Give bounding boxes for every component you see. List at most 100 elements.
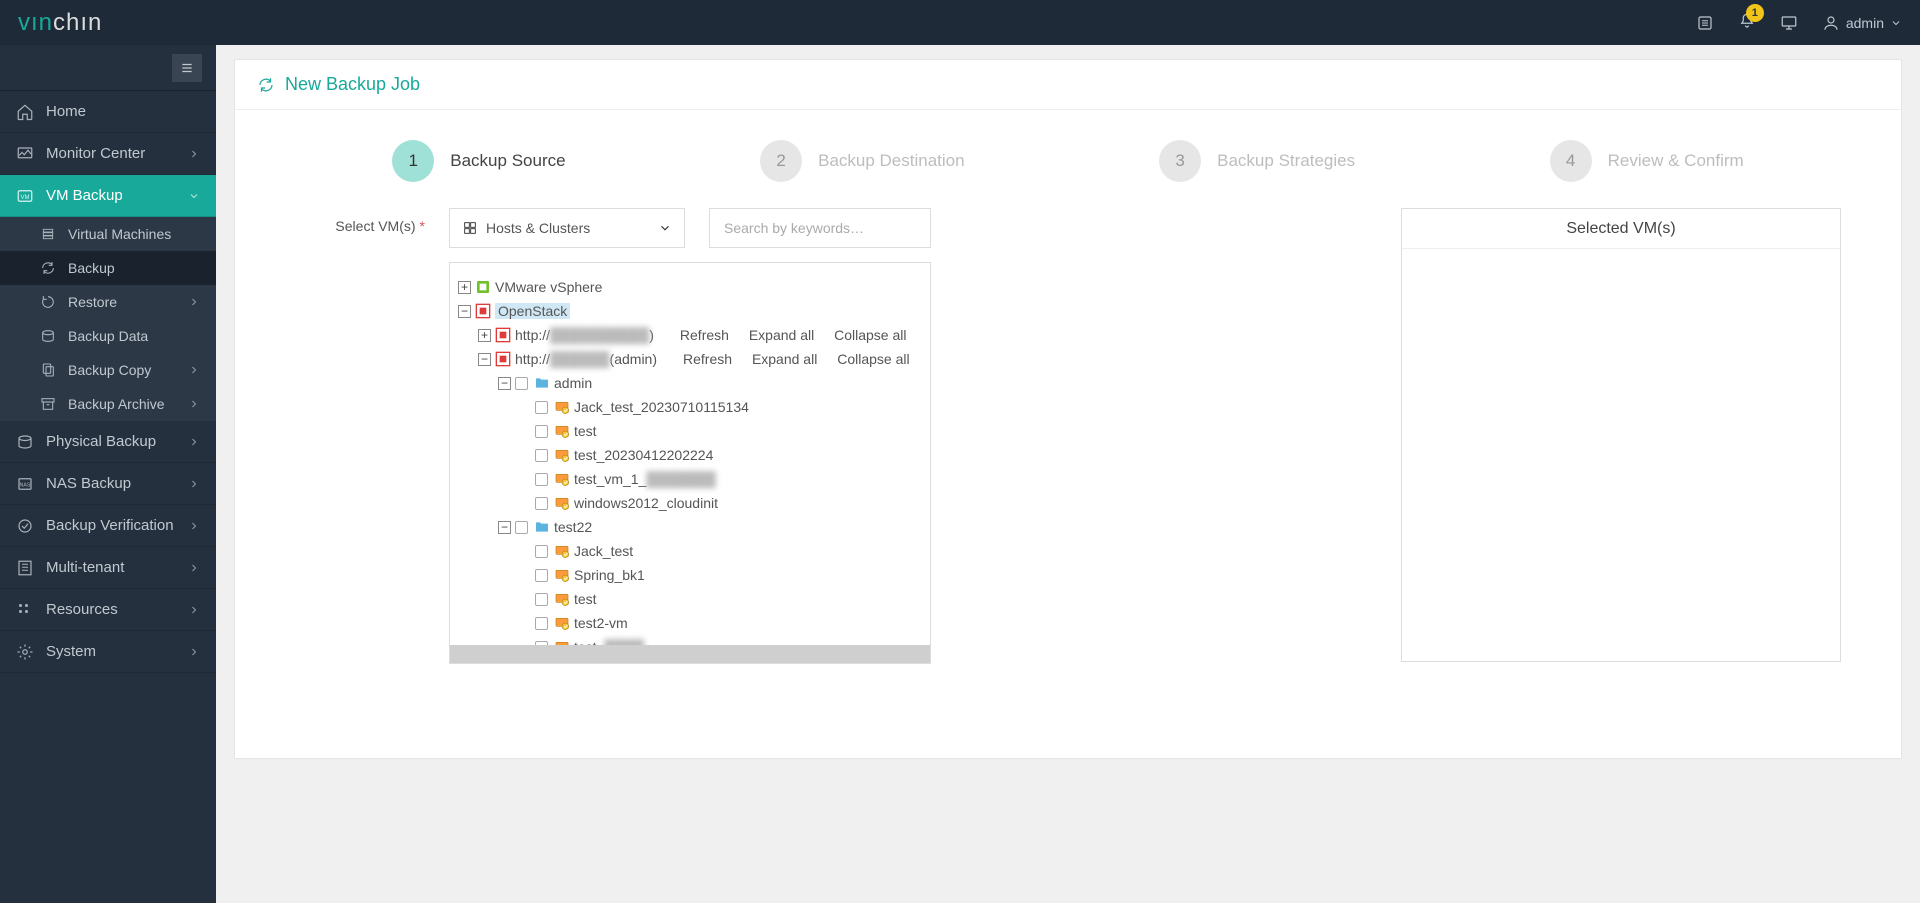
- vm-icon: [554, 495, 570, 511]
- sidebar-item-nas-backup[interactable]: NAS Backup: [0, 463, 216, 505]
- vm-icon: [554, 567, 570, 583]
- tree-node[interactable]: test: [458, 419, 922, 443]
- tree-node[interactable]: −test22: [458, 515, 922, 539]
- wizard-step-2[interactable]: 2Backup Destination: [760, 140, 964, 182]
- tree-expand-all[interactable]: Expand all: [749, 327, 814, 343]
- select-vms-label: Select VM(s)*: [295, 208, 425, 664]
- list-icon[interactable]: [1696, 14, 1714, 32]
- tree-toggle[interactable]: −: [478, 353, 491, 366]
- tree-node[interactable]: Jack_test_20230710115134: [458, 395, 922, 419]
- disk-icon: [16, 433, 34, 451]
- tree-checkbox[interactable]: [535, 473, 548, 486]
- sidebar-item-backup-verification[interactable]: Backup Verification: [0, 505, 216, 547]
- sidebar-subitem-restore[interactable]: Restore: [0, 285, 216, 319]
- wizard-step-4[interactable]: 4Review & Confirm: [1550, 140, 1744, 182]
- tree-node[interactable]: windows2012_cloudinit: [458, 491, 922, 515]
- monitor-icon: [16, 145, 34, 163]
- sidebar-toggle[interactable]: [172, 54, 202, 82]
- tree-toggle[interactable]: +: [478, 329, 491, 342]
- tree-checkbox[interactable]: [535, 545, 548, 558]
- topbar: vınchın 1 admin: [0, 0, 1920, 45]
- tree-node[interactable]: +http://██████████) Refresh Expand all C…: [458, 323, 922, 347]
- sidebar-subitem-virtual-machines[interactable]: Virtual Machines: [0, 217, 216, 251]
- tree-toggle[interactable]: +: [458, 281, 471, 294]
- tree-node[interactable]: +VMware vSphere: [458, 275, 922, 299]
- tree-node[interactable]: test: [458, 587, 922, 611]
- user-menu[interactable]: admin: [1822, 14, 1902, 32]
- tree-checkbox[interactable]: [535, 425, 548, 438]
- chevron-right-icon: [188, 604, 200, 616]
- sidebar-item-physical-backup[interactable]: Physical Backup: [0, 421, 216, 463]
- sidebar-subitem-backup-archive[interactable]: Backup Archive: [0, 387, 216, 421]
- vmware-icon: [475, 279, 491, 295]
- sidebar-item-system[interactable]: System: [0, 631, 216, 673]
- wizard-steps: 1Backup Source 2Backup Destination 3Backup…: [235, 110, 1901, 208]
- wizard-step-3[interactable]: 3Backup Strategies: [1159, 140, 1355, 182]
- tree-node-label: test: [574, 423, 597, 439]
- tree-node[interactable]: −admin: [458, 371, 922, 395]
- panel-title: New Backup Job: [235, 60, 1901, 110]
- tree-node-label: test_20230412202224: [574, 447, 713, 463]
- vm-icon: [554, 471, 570, 487]
- tree-checkbox[interactable]: [535, 593, 548, 606]
- notifications-button[interactable]: 1: [1738, 12, 1756, 33]
- chevron-right-icon: [188, 520, 200, 532]
- vm-tree: +VMware vSphere−OpenStack+http://███████…: [449, 262, 931, 664]
- sidebar-subitem-backup[interactable]: Backup: [0, 251, 216, 285]
- openstack-icon: [475, 303, 491, 319]
- selected-vms-title: Selected VM(s): [1402, 209, 1840, 249]
- view-selector[interactable]: Hosts & Clusters: [449, 208, 685, 248]
- tree-checkbox[interactable]: [535, 401, 548, 414]
- tree-node-label: test_vm_1_███████: [574, 471, 716, 487]
- archive-icon: [40, 396, 56, 412]
- chevron-down-icon: [658, 221, 672, 235]
- chevron-right-icon: [188, 436, 200, 448]
- vm-icon: [554, 591, 570, 607]
- search-input[interactable]: [709, 208, 931, 248]
- tree-node[interactable]: test_20230412202224: [458, 443, 922, 467]
- wizard-panel: New Backup Job 1Backup Source 2Backup Des…: [234, 59, 1902, 759]
- tree-checkbox[interactable]: [515, 521, 528, 534]
- tree-checkbox[interactable]: [535, 617, 548, 630]
- sidebar-subitem-backup-data[interactable]: Backup Data: [0, 319, 216, 353]
- tree-checkbox[interactable]: [535, 497, 548, 510]
- tree-checkbox[interactable]: [515, 377, 528, 390]
- sidebar-item-monitor-center[interactable]: Monitor Center: [0, 133, 216, 175]
- tree-node-label: http://██████(admin): [515, 351, 657, 367]
- sidebar-item-resources[interactable]: Resources: [0, 589, 216, 631]
- sidebar-item-vm-backup[interactable]: VM Backup: [0, 175, 216, 217]
- tree-node[interactable]: Spring_bk1: [458, 563, 922, 587]
- tree-refresh[interactable]: Refresh: [680, 327, 729, 343]
- copy-icon: [40, 362, 56, 378]
- chevron-right-icon: [188, 398, 200, 410]
- tree-node[interactable]: test_vm_1_███████: [458, 467, 922, 491]
- tree-toggle[interactable]: −: [458, 305, 471, 318]
- disk-icon: [40, 328, 56, 344]
- sidebar-item-home[interactable]: Home: [0, 91, 216, 133]
- screen-icon[interactable]: [1780, 14, 1798, 32]
- tree-node[interactable]: −OpenStack: [458, 299, 922, 323]
- tree-expand-all[interactable]: Expand all: [752, 351, 817, 367]
- sidebar-subitem-backup-copy[interactable]: Backup Copy: [0, 353, 216, 387]
- tree-node-label: Jack_test: [574, 543, 633, 559]
- tree-checkbox[interactable]: [535, 569, 548, 582]
- tree-collapse-all[interactable]: Collapse all: [837, 351, 909, 367]
- scrollbar-track[interactable]: [450, 645, 930, 663]
- sidebar-item-multi-tenant[interactable]: Multi-tenant: [0, 547, 216, 589]
- chevron-right-icon: [188, 364, 200, 376]
- vm-icon: [16, 187, 34, 205]
- tree-toggle[interactable]: −: [498, 521, 511, 534]
- restore-icon: [40, 294, 56, 310]
- tree-checkbox[interactable]: [535, 449, 548, 462]
- tree-node[interactable]: − http://██████(admin) Refresh Expand all…: [458, 347, 922, 371]
- main-content: New Backup Job 1Backup Source 2Backup Des…: [216, 45, 1920, 903]
- tree-refresh[interactable]: Refresh: [683, 351, 732, 367]
- folder-icon: [534, 375, 550, 391]
- tree-toggle[interactable]: −: [498, 377, 511, 390]
- wizard-step-1[interactable]: 1Backup Source: [392, 140, 565, 182]
- tree-node-label: test: [574, 591, 597, 607]
- tree-node[interactable]: Jack_test: [458, 539, 922, 563]
- tree-collapse-all[interactable]: Collapse all: [834, 327, 906, 343]
- tree-node[interactable]: test2-vm: [458, 611, 922, 635]
- vm-icon: [554, 399, 570, 415]
